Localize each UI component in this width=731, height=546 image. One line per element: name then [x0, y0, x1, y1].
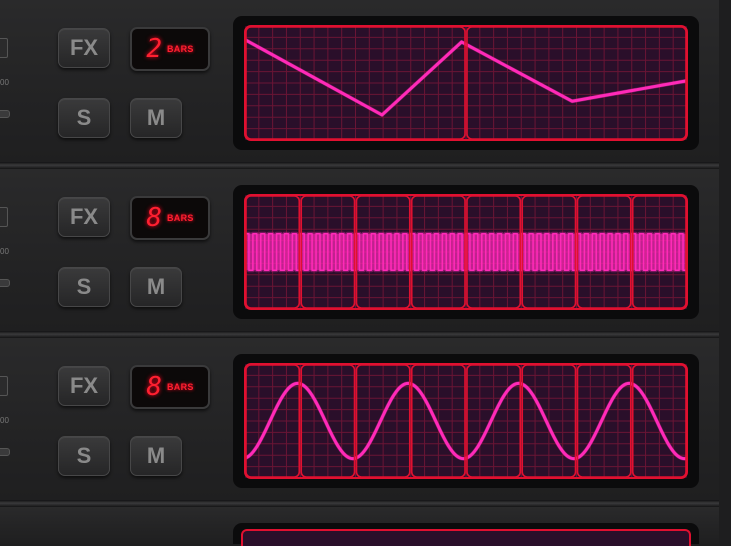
mute-button-3[interactable]: M [130, 436, 182, 476]
bars-display-3[interactable]: 8 BARS [130, 365, 210, 409]
fx-button-1[interactable]: FX [58, 28, 110, 68]
track-row-1: 00 FX 2 BARS S M [0, 0, 719, 162]
mute-button-2[interactable]: M [130, 267, 182, 307]
edge-slider-icon[interactable] [0, 448, 10, 456]
track-row-2: 00 FX 8 BARS S M [0, 169, 719, 331]
bars-value-1: 2 [146, 34, 162, 64]
track-row-3: 00 FX 8 BARS S M [0, 338, 719, 500]
edge-selector-icon[interactable] [0, 376, 8, 396]
bars-display-2[interactable]: 8 BARS [130, 196, 210, 240]
fx-button-3[interactable]: FX [58, 366, 110, 406]
waveform-frame-top [241, 529, 691, 546]
waveform-display-2[interactable] [233, 185, 699, 319]
bars-unit-3: BARS [166, 382, 194, 392]
solo-button-3[interactable]: S [58, 436, 110, 476]
edge-value: 00 [0, 247, 9, 256]
edge-slider-icon[interactable] [0, 110, 10, 118]
lfo-triangle-icon [244, 25, 688, 141]
waveform-display-1[interactable] [233, 16, 699, 150]
bars-value-3: 8 [146, 372, 162, 402]
lfo-sine-icon [243, 363, 689, 479]
track-row-4 [0, 507, 719, 546]
mute-button-1[interactable]: M [130, 98, 182, 138]
solo-button-2[interactable]: S [58, 267, 110, 307]
lfo-square-icon [244, 194, 688, 310]
rack-divider [0, 162, 719, 169]
edge-selector-icon[interactable] [0, 38, 8, 58]
bars-unit-1: BARS [166, 44, 194, 54]
waveform-trace [245, 232, 687, 272]
edge-value: 00 [0, 416, 9, 425]
waveform-display-3[interactable] [233, 354, 699, 488]
edge-value: 00 [0, 78, 9, 87]
waveform-display-4[interactable] [233, 523, 699, 546]
bars-unit-2: BARS [166, 213, 194, 223]
edge-slider-icon[interactable] [0, 279, 10, 287]
bars-value-2: 8 [146, 203, 162, 233]
edge-selector-icon[interactable] [0, 207, 8, 227]
bars-display-1[interactable]: 2 BARS [130, 27, 210, 71]
rack-divider [0, 331, 719, 338]
rack-divider [0, 500, 719, 507]
solo-button-1[interactable]: S [58, 98, 110, 138]
fx-button-2[interactable]: FX [58, 197, 110, 237]
